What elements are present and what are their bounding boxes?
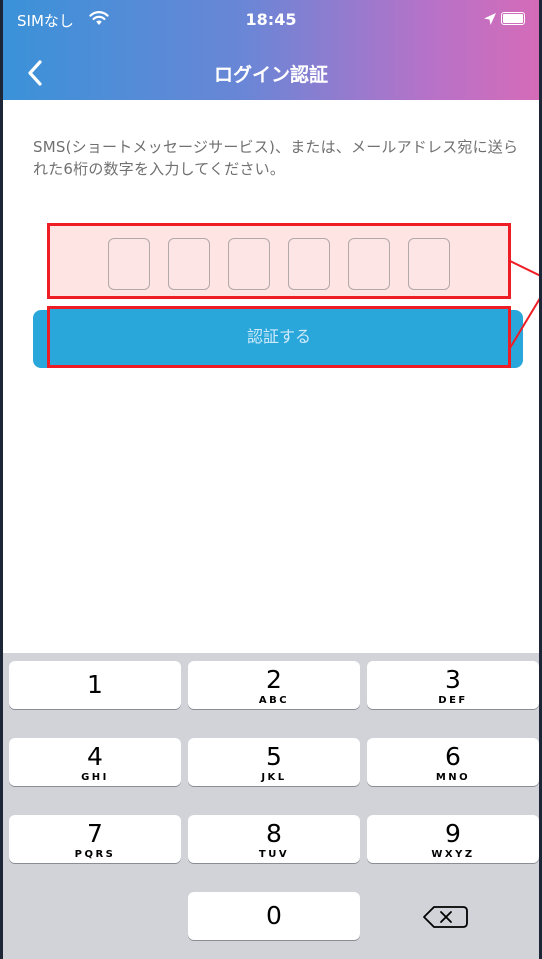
key-letters: PQRS	[74, 849, 116, 860]
key-3[interactable]: 3 DEF	[367, 661, 539, 709]
callout-lines	[508, 259, 539, 349]
key-digit: 7	[87, 819, 103, 848]
key-2[interactable]: 2 ABC	[188, 661, 360, 709]
key-digit: 1	[87, 670, 103, 699]
status-time: 18:45	[245, 10, 297, 29]
code-digit-field[interactable]	[228, 238, 270, 290]
key-7[interactable]: 7 PQRS	[9, 815, 181, 863]
key-letters: TUV	[258, 849, 290, 860]
key-digit: 5	[266, 742, 282, 771]
code-digit-field[interactable]	[108, 238, 150, 290]
numeric-keypad: 1 2 ABC 3 DEF 4 GHI 5 JKL 6 MNO 7 PQRS 8…	[3, 653, 539, 959]
key-letters: WXYZ	[431, 849, 475, 860]
backspace-icon	[423, 906, 468, 928]
phone-screen: SIMなし 18:45 ログイン認証 SMS(ショートメッセージサービス)、また…	[0, 0, 542, 959]
key-letters: JKL	[261, 772, 287, 783]
key-9[interactable]: 9 WXYZ	[367, 815, 539, 863]
key-digit: 4	[87, 742, 103, 771]
battery-icon	[501, 12, 525, 25]
code-digit-field[interactable]	[408, 238, 450, 290]
verify-button[interactable]: 認証する	[47, 306, 511, 368]
key-digit: 2	[266, 665, 282, 694]
code-digit-field[interactable]	[288, 238, 330, 290]
status-bar: SIMなし 18:45	[3, 0, 539, 40]
key-letters: DEF	[438, 695, 468, 706]
key-letters: ABC	[258, 695, 290, 706]
key-5[interactable]: 5 JKL	[188, 738, 360, 786]
instruction-text: SMS(ショートメッセージサービス)、または、メールアドレス宛に送られた6桁の数…	[33, 138, 519, 178]
key-letters: GHI	[81, 772, 109, 783]
key-digit: 8	[266, 819, 282, 848]
delete-key[interactable]	[373, 893, 535, 941]
nav-bar: ログイン認証	[3, 50, 539, 94]
key-digit: 3	[445, 665, 461, 694]
key-8[interactable]: 8 TUV	[188, 815, 360, 863]
code-digit-field[interactable]	[168, 238, 210, 290]
key-0[interactable]: 0	[188, 892, 360, 940]
key-6[interactable]: 6 MNO	[367, 738, 539, 786]
key-digit: 6	[445, 742, 461, 771]
key-digit: 9	[445, 819, 461, 848]
key-letters: MNO	[435, 772, 471, 783]
page-title: ログイン認証	[213, 64, 328, 86]
location-arrow-icon	[483, 11, 497, 30]
key-digit: 0	[266, 901, 282, 930]
code-digit-field[interactable]	[348, 238, 390, 290]
key-1[interactable]: 1	[9, 661, 181, 709]
app-header: SIMなし 18:45 ログイン認証	[3, 0, 539, 100]
code-input-group	[47, 223, 511, 299]
key-4[interactable]: 4 GHI	[9, 738, 181, 786]
